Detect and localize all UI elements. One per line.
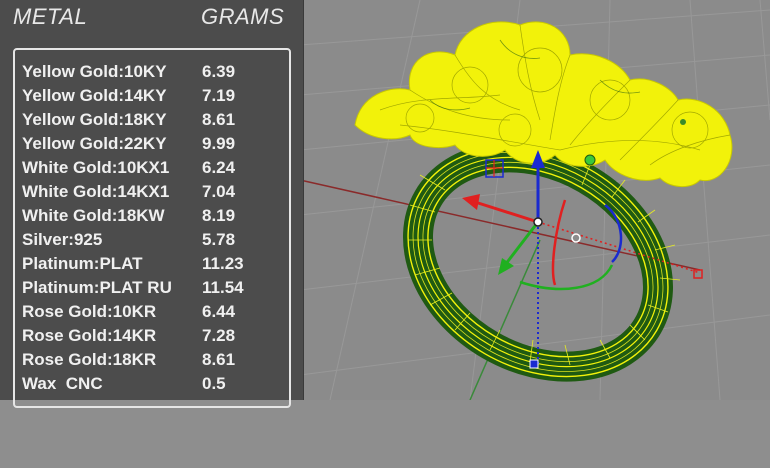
metal-name: Platinum:PLAT RU [22, 278, 172, 297]
grams-column-header: GRAMS [201, 4, 285, 29]
metal-grams: 6.39 [202, 62, 236, 81]
metal-name: White Gold:18KW [22, 206, 165, 225]
table-row: Rose Gold:10KR 6.44 [22, 300, 292, 324]
x-arrow-icon[interactable] [462, 194, 480, 210]
x-axis-handle[interactable] [474, 200, 539, 224]
metal-grams: 8.19 [202, 206, 236, 225]
metal-name: Yellow Gold:10KY [22, 62, 167, 81]
metal-name: Silver:925 [22, 230, 103, 249]
metal-grams: 7.04 [202, 182, 236, 201]
metal-grams: 0.5 [202, 374, 226, 393]
y-arrow-icon[interactable] [498, 258, 514, 275]
table-row: Yellow Gold:10KY 6.39 [22, 60, 292, 84]
metal-name: Yellow Gold:14KY [22, 86, 167, 105]
metal-name: Rose Gold:10KR [22, 302, 157, 321]
panel-header: METAL GRAMS [0, 0, 303, 36]
table-row: White Gold:14KX1 7.04 [22, 180, 292, 204]
y-axis-handle[interactable] [503, 221, 540, 266]
metal-name: White Gold:14KX1 [22, 182, 170, 201]
metal-grams: 7.19 [202, 86, 236, 105]
metal-column-header: METAL [13, 4, 88, 29]
metal-name: Yellow Gold:22KY [22, 134, 167, 153]
metal-name: Platinum:PLAT [22, 254, 143, 273]
table-row: Silver:925 5.78 [22, 228, 292, 252]
table-row: White Gold:10KX1 6.24 [22, 156, 292, 180]
metal-grams: 7.28 [202, 326, 236, 345]
metal-weight-panel: METAL GRAMS Yellow Gold:10KY 6.39 Yellow… [0, 0, 304, 408]
metal-name: White Gold:10KX1 [22, 158, 170, 177]
metal-grams: 5.78 [202, 230, 236, 249]
metal-grams: 11.23 [202, 254, 244, 273]
metal-grams: 6.24 [202, 158, 236, 177]
table-row: Rose Gold:18KR 8.61 [22, 348, 292, 372]
table-row: Platinum:PLAT RU 11.54 [22, 276, 292, 300]
table-row: Yellow Gold:18KY 8.61 [22, 108, 292, 132]
table-row: Platinum:PLAT 11.23 [22, 252, 292, 276]
table-row: Wax CNC 0.5 [22, 372, 292, 396]
flower-head-model[interactable] [354, 21, 733, 187]
x-rotation-arc[interactable] [551, 199, 567, 286]
y-rotation-arc[interactable] [519, 264, 614, 291]
gumball-origin[interactable] [533, 217, 543, 227]
table-row: Yellow Gold:14KY 7.19 [22, 84, 292, 108]
metal-name: Wax CNC [22, 374, 103, 393]
metal-grams: 8.61 [202, 350, 236, 369]
table-row: White Gold:18KW 8.19 [22, 204, 292, 228]
metal-name: Rose Gold:18KR [22, 350, 157, 369]
metal-grams: 6.44 [202, 302, 236, 321]
metal-grams: 11.54 [202, 278, 244, 297]
table-row: Rose Gold:14KR 7.28 [22, 324, 292, 348]
table-row: Yellow Gold:22KY 9.99 [22, 132, 292, 156]
x-scale-handle[interactable] [693, 269, 703, 279]
metal-grams: 9.99 [202, 134, 236, 153]
scale-handle[interactable] [571, 233, 581, 243]
metal-name: Rose Gold:14KR [22, 326, 157, 345]
metal-grams: 8.61 [202, 110, 236, 129]
metal-name: Yellow Gold:18KY [22, 110, 167, 129]
